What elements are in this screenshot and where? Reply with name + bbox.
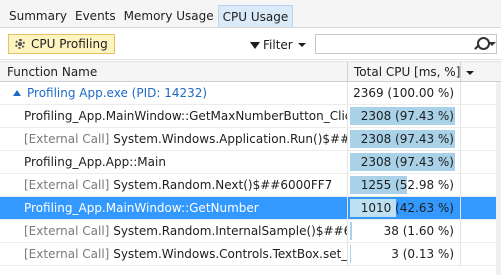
total-cpu-value: 2308 (97.43 %)	[360, 155, 454, 169]
function-name: Profiling_App.MainWindow::GetNumber	[24, 201, 259, 215]
cpu-profiling-button[interactable]: CPU Profiling	[8, 34, 115, 54]
total-cpu-value: 2308 (97.43 %)	[360, 109, 454, 123]
total-cpu-cell: 2369 (100.00 %)	[347, 82, 461, 104]
gear-icon	[14, 38, 26, 50]
table-row[interactable]: Profiling_App.MainWindow::GetNumber 1010 …	[0, 197, 501, 220]
total-cpu-value: 1010 (42.63 %)	[360, 201, 454, 215]
tab-memory-usage[interactable]: Memory Usage	[120, 5, 218, 27]
search-box	[315, 34, 497, 54]
table-header: Function Name Total CPU [ms, %]	[0, 61, 501, 82]
function-name-cell: [External Call] System.Windows.Controls.…	[0, 243, 347, 265]
tab-cpu-usage[interactable]: CPU Usage	[217, 5, 294, 27]
function-name-cell: Profiling_App.App::Main	[0, 151, 347, 173]
chevron-down-icon	[297, 43, 306, 47]
cpu-profiling-label: CPU Profiling	[31, 37, 108, 51]
column-header-total-cpu-label: Total CPU [ms, %]	[354, 65, 461, 79]
table-row[interactable]: [External Call] System.Random.InternalSa…	[0, 220, 501, 243]
toolbar: CPU Profiling Filter	[0, 28, 501, 60]
external-call-prefix: [External Call]	[24, 178, 110, 192]
function-name: Profiling_App.App::Main	[24, 155, 166, 169]
total-cpu-cell: 2308 (97.43 %)	[347, 151, 461, 173]
table-body: Profiling App.exe (PID: 14232) 2369 (100.…	[0, 82, 501, 266]
table-row[interactable]: [External Call] System.Random.Next()$##6…	[0, 174, 501, 197]
function-name: System.Windows.Application.Run()$##6000.…	[113, 132, 347, 146]
tab-events[interactable]: Events	[71, 5, 120, 27]
search-icon[interactable]	[473, 37, 490, 51]
external-call-prefix: [External Call]	[24, 224, 110, 238]
table-row[interactable]: Profiling_App.MainWindow::GetMaxNumberBu…	[0, 105, 501, 128]
function-name-cell: Profiling_App.MainWindow::GetNumber	[0, 197, 347, 219]
function-name-cell: [External Call] System.Random.InternalSa…	[0, 220, 347, 242]
filter-icon	[250, 41, 260, 49]
tab-summary[interactable]: Summary	[5, 5, 71, 27]
total-cpu-cell: 1255 (52.98 %)	[347, 174, 461, 196]
column-header-total-cpu[interactable]: Total CPU [ms, %]	[347, 62, 475, 82]
total-cpu-cell: 2308 (97.43 %)	[347, 128, 461, 150]
column-header-function-name[interactable]: Function Name	[7, 65, 97, 79]
total-cpu-cell: 2308 (97.43 %)	[347, 105, 461, 127]
function-name: Profiling App.exe (PID: 14232)	[27, 86, 208, 100]
vertical-scrollbar[interactable]	[496, 82, 501, 275]
total-cpu-value: 2369 (100.00 %)	[353, 86, 454, 100]
cpu-percentage-bar	[350, 222, 352, 240]
function-name-cell: [External Call] System.Windows.Applicati…	[0, 128, 347, 150]
total-cpu-value: 2308 (97.43 %)	[360, 132, 454, 146]
search-options-chevron-icon[interactable]	[488, 42, 496, 46]
sort-descending-icon	[466, 70, 475, 75]
table-row[interactable]: [External Call] System.Windows.Controls.…	[0, 243, 501, 266]
external-call-prefix: [External Call]	[24, 247, 110, 261]
total-cpu-cell: 1010 (42.63 %)	[347, 197, 461, 219]
function-name: System.Random.InternalSample()$##6000FF6	[113, 224, 347, 238]
filter-label: Filter	[263, 38, 293, 52]
total-cpu-value: 3 (0.13 %)	[391, 247, 454, 261]
total-cpu-value: 1255 (52.98 %)	[360, 178, 454, 192]
function-name: System.Windows.Controls.TextBox.set_Text…	[113, 247, 347, 261]
external-call-prefix: [External Call]	[24, 132, 110, 146]
cpu-usage-table: Function Name Total CPU [ms, %] Profilin…	[0, 61, 501, 266]
filter-dropdown[interactable]: Filter	[250, 36, 306, 54]
search-input[interactable]	[316, 35, 466, 53]
function-name: Profiling_App.MainWindow::GetMaxNumberBu…	[24, 109, 347, 123]
total-cpu-cell: 38 (1.60 %)	[347, 220, 461, 242]
function-name-cell: Profiling_App.MainWindow::GetMaxNumberBu…	[0, 105, 347, 127]
total-cpu-cell: 3 (0.13 %)	[347, 243, 461, 265]
cpu-percentage-bar	[350, 245, 351, 263]
collapse-triangle-icon[interactable]	[13, 90, 21, 96]
total-cpu-value: 38 (1.60 %)	[383, 224, 454, 238]
table-row[interactable]: Profiling_App.App::Main 2308 (97.43 %)	[0, 151, 501, 174]
function-name-cell: [External Call] System.Random.Next()$##6…	[0, 174, 347, 196]
table-row[interactable]: Profiling App.exe (PID: 14232) 2369 (100.…	[0, 82, 501, 105]
function-name: System.Random.Next()$##6000FF7	[113, 178, 333, 192]
function-name-cell: Profiling App.exe (PID: 14232)	[0, 82, 347, 104]
table-row[interactable]: [External Call] System.Windows.Applicati…	[0, 128, 501, 151]
tab-bar: Summary Events Memory Usage CPU Usage	[0, 0, 501, 28]
